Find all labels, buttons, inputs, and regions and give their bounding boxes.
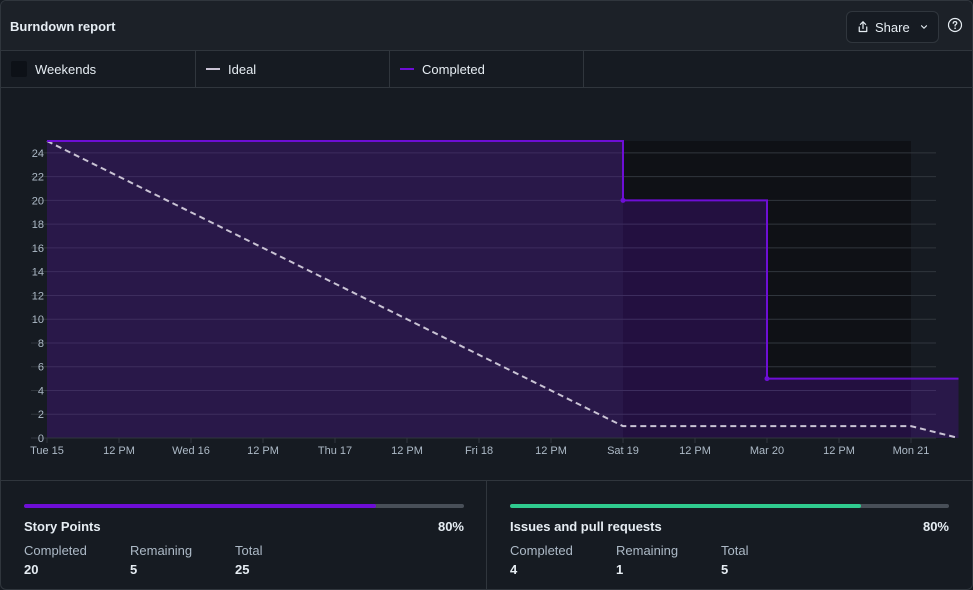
x-tick-label: Wed 16 bbox=[172, 445, 210, 457]
page-title: Burndown report bbox=[10, 19, 116, 34]
total-label: Total bbox=[235, 543, 263, 558]
issues-progress-track bbox=[510, 504, 949, 508]
burndown-chart-svg: 024681012141618202224Tue 15 12 PM Wed 16 12… bbox=[30, 140, 959, 457]
share-icon bbox=[858, 21, 868, 33]
y-tick-label: 6 bbox=[38, 362, 44, 374]
total-value: 5 bbox=[721, 562, 729, 577]
completed-value: 20 bbox=[24, 562, 39, 577]
remaining-value: 1 bbox=[616, 562, 624, 577]
x-tick-label: Mon 21 bbox=[893, 445, 930, 457]
legend-item-completed[interactable]: Completed bbox=[390, 51, 584, 87]
legend-completed-label: Completed bbox=[422, 61, 485, 77]
story-points-title: Story Points bbox=[24, 519, 101, 534]
weekends-swatch bbox=[11, 61, 27, 77]
y-tick-label: 8 bbox=[38, 338, 44, 350]
panel-header: Burndown report Share bbox=[1, 1, 972, 51]
y-tick-label: 24 bbox=[32, 148, 44, 160]
ideal-swatch bbox=[206, 68, 220, 70]
remaining-label: Remaining bbox=[616, 543, 679, 558]
stats-footer: Story Points 80% Completed 20 Remaining … bbox=[1, 480, 972, 589]
x-tick-label: 12 PM bbox=[391, 445, 423, 457]
x-tick-label: 12 PM bbox=[823, 445, 855, 457]
share-button-label: Share bbox=[875, 19, 910, 35]
y-tick-label: 14 bbox=[32, 267, 44, 279]
y-tick-label: 4 bbox=[38, 385, 44, 397]
story-points-completed: Completed 20 bbox=[24, 543, 87, 577]
chevron-down-icon bbox=[920, 25, 927, 29]
y-tick-label: 16 bbox=[32, 243, 44, 255]
legend-item-ideal[interactable]: Ideal bbox=[196, 51, 390, 87]
y-tick-label: 18 bbox=[32, 219, 44, 231]
legend-ideal-label: Ideal bbox=[228, 61, 257, 77]
story-points-progress-track bbox=[24, 504, 464, 508]
completed-label: Completed bbox=[24, 543, 87, 558]
issues-title: Issues and pull requests bbox=[510, 519, 662, 534]
issues-card: Issues and pull requests 80% Completed 4… bbox=[510, 481, 949, 589]
x-tick-label: Fri 18 bbox=[465, 445, 493, 457]
story-points-remaining: Remaining 5 bbox=[130, 543, 192, 577]
x-tick-label: 12 PM bbox=[247, 445, 279, 457]
x-tick-label: Thu 17 bbox=[318, 445, 352, 457]
story-points-card: Story Points 80% Completed 20 Remaining … bbox=[24, 481, 464, 589]
x-tick-label: Sat 19 bbox=[607, 445, 639, 457]
y-tick-label: 2 bbox=[38, 409, 44, 421]
completed-swatch bbox=[400, 68, 414, 70]
story-points-percent: 80% bbox=[437, 519, 464, 534]
issues-remaining: Remaining 1 bbox=[616, 543, 678, 577]
issues-total: Total 5 bbox=[721, 543, 748, 577]
burndown-panel: Burndown report Share Weekends Ideal Com… bbox=[0, 0, 973, 590]
burndown-chart: 0 2 4 6 8 10 12 14 16 18 20 22 24 Tue 15 12 PM Wed 16 12… bbox=[1, 88, 972, 480]
x-tick-label: 12 PM bbox=[535, 445, 567, 457]
x-tick-label: 12 PM bbox=[679, 445, 711, 457]
legend-item-weekends[interactable]: Weekends bbox=[1, 51, 196, 87]
help-icon[interactable] bbox=[947, 17, 963, 33]
chart-legend: Weekends Ideal Completed bbox=[1, 51, 972, 88]
story-points-total: Total 25 bbox=[235, 543, 262, 577]
stats-divider bbox=[486, 481, 487, 589]
remaining-label: Remaining bbox=[130, 543, 193, 558]
y-tick-label: 0 bbox=[38, 433, 44, 445]
y-tick-label: 20 bbox=[32, 195, 44, 207]
legend-weekends-label: Weekends bbox=[35, 61, 97, 77]
issues-completed: Completed 4 bbox=[510, 543, 573, 577]
issues-percent: 80% bbox=[922, 519, 949, 534]
completed-label: Completed bbox=[510, 543, 573, 558]
total-label: Total bbox=[721, 543, 749, 558]
y-tick-label: 10 bbox=[32, 314, 44, 326]
remaining-value: 5 bbox=[130, 562, 138, 577]
y-tick-label: 22 bbox=[32, 172, 44, 184]
x-tick-label: Tue 15 bbox=[30, 445, 64, 457]
issues-progress-fill bbox=[510, 504, 862, 508]
y-tick-label: 12 bbox=[32, 290, 44, 302]
x-tick-label: 12 PM bbox=[103, 445, 135, 457]
completed-point bbox=[764, 376, 770, 382]
total-value: 25 bbox=[235, 562, 250, 577]
completed-point bbox=[620, 197, 626, 203]
story-points-progress-fill bbox=[24, 504, 376, 508]
x-tick-label: Mar 20 bbox=[750, 445, 784, 457]
share-button[interactable]: Share bbox=[846, 11, 939, 43]
completed-value: 4 bbox=[510, 562, 518, 577]
